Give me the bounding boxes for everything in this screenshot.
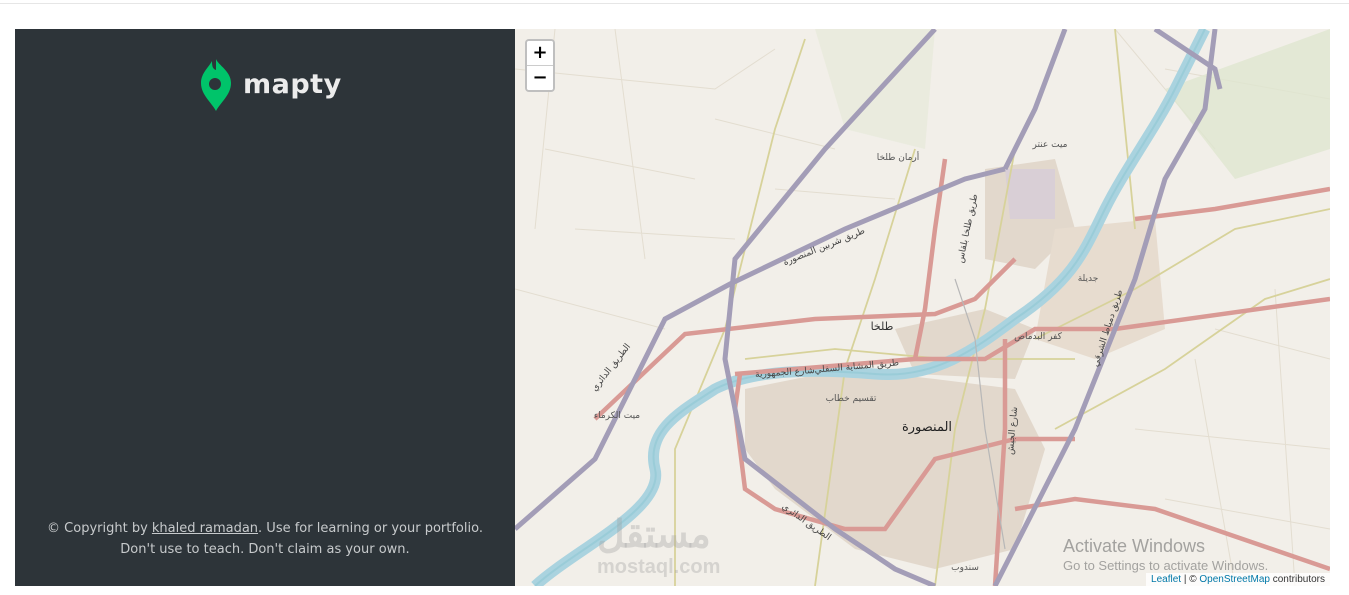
place-label: كفر البدماص xyxy=(1014,332,1063,342)
place-label: ميت الكرماء xyxy=(594,411,640,421)
copyright-line2: Don't use to teach. Don't claim as your … xyxy=(120,542,410,557)
activate-subtitle: Go to Settings to activate Windows. xyxy=(1063,558,1269,573)
logo: mapty xyxy=(201,59,342,111)
place-label: سندوب xyxy=(951,563,979,573)
place-label: ميت عنتر xyxy=(1031,140,1067,150)
zoom-out-button[interactable]: − xyxy=(527,66,553,90)
attribution-suffix: contributors xyxy=(1269,574,1325,585)
leaflet-link[interactable]: Leaflet xyxy=(1151,574,1181,585)
zoom-in-button[interactable]: + xyxy=(527,41,553,66)
road-label: طريق طلخا بلقاس xyxy=(956,193,980,264)
logo-text: mapty xyxy=(243,69,342,100)
copyright-prefix: © Copyright by xyxy=(47,521,152,536)
map[interactable]: المنصورة طلخا كفر البدماص ميت عنتر جديلة… xyxy=(515,29,1330,586)
osm-link[interactable]: OpenStreetMap xyxy=(1199,574,1270,585)
author-link[interactable]: khaled ramadan xyxy=(152,521,258,536)
map-tiles: المنصورة طلخا كفر البدماص ميت عنتر جديلة… xyxy=(515,29,1330,586)
watermark-latin: mostaql.com xyxy=(597,556,721,578)
zoom-control: + − xyxy=(525,39,555,92)
copyright-rest: . Use for learning or your portfolio. xyxy=(258,521,483,536)
road-label: الطريق الدائري xyxy=(590,342,633,393)
map-pin-icon xyxy=(201,59,231,111)
activate-title: Activate Windows xyxy=(1063,536,1206,556)
road-label: طريق شربين المنصورة xyxy=(782,226,867,268)
place-label: طلخا xyxy=(871,320,894,333)
sidebar: mapty © Copyright by khaled ramadan. Use… xyxy=(15,29,515,586)
place-label: المنصورة xyxy=(902,420,952,435)
watermark-arabic: مستقل xyxy=(597,514,711,556)
watermark: مستقل mostaql.com xyxy=(597,515,720,579)
place-label: أرمان طلخا xyxy=(877,151,920,163)
activate-windows-notice: Activate Windows Go to Settings to activ… xyxy=(1063,535,1268,575)
top-divider xyxy=(0,3,1349,4)
copyright: © Copyright by khaled ramadan. Use for l… xyxy=(15,518,515,560)
place-label: تقسيم خطاب xyxy=(826,394,877,404)
attribution-separator: | © xyxy=(1181,574,1200,585)
place-label: جديلة xyxy=(1078,274,1099,284)
